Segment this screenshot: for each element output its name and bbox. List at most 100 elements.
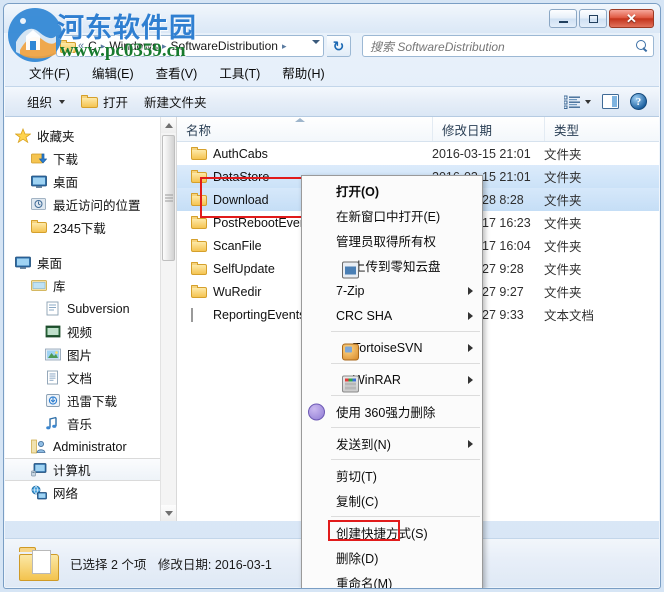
column-header-date-label: 修改日期 — [442, 123, 493, 138]
scrollbar-thumb[interactable] — [162, 135, 175, 261]
address-dropdown-icon[interactable] — [312, 40, 320, 44]
context-menu-item-copy[interactable]: 复制(C) — [302, 488, 482, 513]
context-menu-item-delete[interactable]: 删除(D) — [302, 545, 482, 570]
desktop-icon — [31, 174, 47, 189]
context-menu-item-crc-sha[interactable]: CRC SHA — [302, 303, 482, 328]
library-icon — [31, 278, 47, 293]
file-type-cell: 文件夹 — [544, 217, 582, 231]
help-button[interactable]: ? — [626, 90, 651, 113]
download-icon — [31, 151, 48, 166]
close-button[interactable]: ✕ — [609, 9, 654, 28]
column-header-name[interactable]: 名称 — [177, 117, 432, 141]
menu-tools[interactable]: 工具(T) — [208, 60, 271, 85]
explorer-window: ✕ « C ▸ Windows ▸ SoftwareDistribution ▸… — [3, 3, 661, 589]
sidebar-item-subversion[interactable]: Subversion — [5, 297, 176, 320]
refresh-button[interactable]: ↻ — [327, 35, 351, 57]
minimize-icon — [558, 15, 568, 23]
sidebar-label: 图片 — [67, 349, 93, 363]
column-header-date[interactable]: 修改日期 — [432, 117, 544, 141]
sidebar-item-pictures[interactable]: 图片 — [5, 343, 176, 366]
submenu-arrow-icon — [468, 343, 473, 352]
file-type-cell: 文件夹 — [544, 171, 582, 185]
context-menu-item-rename[interactable]: 重命名(M) — [302, 570, 482, 588]
organize-button[interactable]: 组织 — [19, 89, 73, 114]
context-menu-item-send-to[interactable]: 发送到(N) — [302, 431, 482, 456]
open-label: 打开 — [103, 96, 129, 110]
sidebar-item-downloads[interactable]: 下载 — [5, 147, 176, 170]
view-chevron-down-icon[interactable] — [585, 99, 591, 104]
picture-icon — [45, 347, 61, 362]
textfile-icon — [191, 307, 207, 322]
sidebar-label: 音乐 — [67, 418, 93, 432]
context-menu-item-open[interactable]: 打开(O) — [302, 178, 482, 203]
sidebar-item-recent-places[interactable]: 最近访问的位置 — [5, 193, 176, 216]
sidebar-item-computer[interactable]: 计算机 — [5, 458, 176, 481]
sidebar-item-favorites[interactable]: 收藏夹 — [5, 124, 176, 147]
user-icon — [31, 439, 47, 454]
context-menu-label: WinRAR — [353, 372, 401, 387]
file-type-cell: 文件夹 — [544, 263, 582, 277]
context-menu-item-open-new-window[interactable]: 在新窗口中打开(E) — [302, 203, 482, 228]
column-header-type[interactable]: 类型 — [544, 117, 659, 141]
context-menu-item-cut[interactable]: 剪切(T) — [302, 463, 482, 488]
sidebar-label: Administrator — [53, 439, 127, 454]
sidebar-item-desktop[interactable]: 桌面 — [5, 170, 176, 193]
window-controls: ✕ — [549, 9, 654, 28]
folder-icon — [191, 215, 207, 230]
new-folder-button[interactable]: 新建文件夹 — [136, 89, 215, 114]
context-menu-label: 创建快捷方式(S) — [336, 527, 428, 541]
open-button[interactable]: 打开 — [73, 89, 136, 114]
sidebar-label: 文档 — [67, 372, 93, 386]
sidebar-item-desktop-root[interactable]: 桌面 — [5, 251, 176, 274]
navigation-scrollbar[interactable] — [160, 117, 176, 521]
breadcrumb-softwaredistribution[interactable]: SoftwareDistribution — [168, 39, 281, 53]
menu-edit[interactable]: 编辑(E) — [81, 60, 145, 85]
music-icon — [45, 416, 61, 431]
context-menu-item-upload-cloud[interactable]: 上传到零知云盘 — [302, 253, 482, 278]
sidebar-item-thunder-download[interactable]: 迅雷下载 — [5, 389, 176, 412]
close-icon: ✕ — [626, 11, 637, 26]
sidebar-item-2345download[interactable]: 2345下载 — [5, 216, 176, 239]
sort-ascending-icon — [295, 118, 305, 122]
video-icon — [45, 324, 61, 339]
address-back-chevrons[interactable]: « — [77, 40, 85, 52]
winrar-icon — [342, 375, 359, 392]
menu-file[interactable]: 文件(F) — [18, 60, 81, 85]
submenu-arrow-icon — [468, 286, 473, 295]
context-menu-item-take-ownership[interactable]: 管理员取得所有权 — [302, 228, 482, 253]
sidebar-item-documents[interactable]: 文档 — [5, 366, 176, 389]
context-menu-item-tortoisesvn[interactable]: TortoiseSVN — [302, 335, 482, 360]
chevron-up-icon — [165, 122, 173, 128]
context-menu-item-7zip[interactable]: 7-Zip — [302, 278, 482, 303]
submenu-arrow-icon — [468, 311, 473, 320]
file-name-cell[interactable]: AuthCabs — [177, 146, 432, 161]
context-menu-item-winrar[interactable]: WinRAR — [302, 367, 482, 392]
search-box[interactable]: 搜索 SoftwareDistribution — [362, 35, 654, 57]
sidebar-item-libraries[interactable]: 库 — [5, 274, 176, 297]
sidebar-label: 桌面 — [37, 257, 63, 271]
scroll-up-button[interactable] — [161, 117, 176, 133]
context-menu-item-360-force-delete[interactable]: 使用 360强力删除 — [302, 399, 482, 424]
sidebar-item-network[interactable]: 网络 — [5, 481, 176, 504]
breadcrumb-sep-3[interactable]: ▸ — [281, 41, 288, 52]
minimize-button[interactable] — [549, 9, 577, 28]
maximize-button[interactable] — [579, 9, 607, 28]
address-row: « C ▸ Windows ▸ SoftwareDistribution ▸ ↻… — [10, 33, 654, 59]
address-bar[interactable]: « C ▸ Windows ▸ SoftwareDistribution ▸ — [56, 35, 324, 57]
sidebar-label: 迅雷下载 — [67, 395, 118, 409]
breadcrumb-drive[interactable]: C — [85, 39, 100, 53]
scroll-down-button[interactable] — [161, 505, 176, 521]
view-options-button[interactable] — [560, 92, 595, 112]
preview-pane-button[interactable] — [598, 91, 623, 112]
context-menu: 打开(O) 在新窗口中打开(E) 管理员取得所有权 上传到零知云盘 7-Zip … — [301, 175, 483, 588]
file-type-cell: 文件夹 — [544, 194, 582, 208]
context-menu-item-create-shortcut[interactable]: 创建快捷方式(S) — [302, 520, 482, 545]
menu-view[interactable]: 查看(V) — [145, 60, 209, 85]
table-row[interactable]: AuthCabs 2016-03-15 21:01 文件夹 — [177, 142, 659, 165]
breadcrumb-windows[interactable]: Windows — [106, 39, 161, 53]
search-input[interactable]: 搜索 SoftwareDistribution — [370, 38, 636, 55]
menu-help[interactable]: 帮助(H) — [271, 60, 335, 85]
sidebar-item-videos[interactable]: 视频 — [5, 320, 176, 343]
sidebar-item-music[interactable]: 音乐 — [5, 412, 176, 435]
sidebar-item-administrator[interactable]: Administrator — [5, 435, 176, 458]
